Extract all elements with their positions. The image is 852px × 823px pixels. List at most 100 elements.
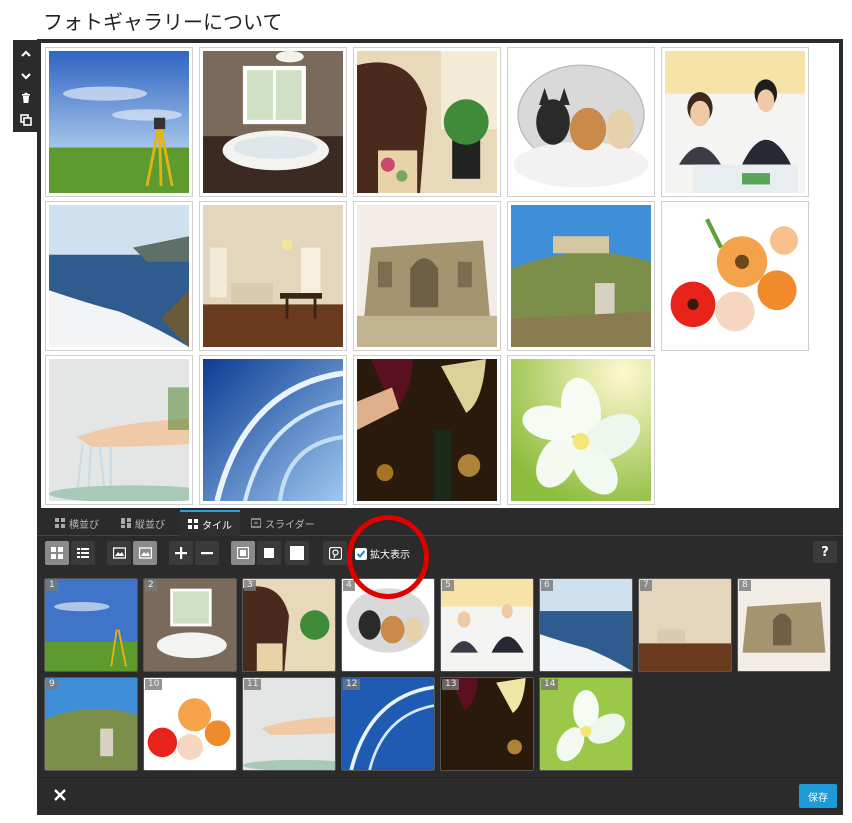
- gallery-image-2[interactable]: [199, 47, 347, 197]
- remove-column-button[interactable]: [195, 541, 219, 565]
- blue-glass-image: [203, 359, 343, 501]
- grid-thumb-14[interactable]: 14: [539, 677, 633, 771]
- gallery-image-8[interactable]: [353, 201, 501, 351]
- armchair-plant-image: [243, 579, 335, 671]
- check-icon: [356, 549, 366, 558]
- zoom-label: 拡大表示: [370, 550, 410, 561]
- grid-thumb-7[interactable]: 7: [638, 578, 732, 672]
- chevron-up-icon: [21, 50, 31, 57]
- tab-tile[interactable]: タイル: [180, 510, 240, 536]
- image-number: 3: [244, 580, 256, 591]
- image-caption-mode-button[interactable]: [133, 541, 157, 565]
- grid-icon: [121, 518, 131, 528]
- wine-toast-image: [357, 359, 497, 501]
- tripod-meadow-image: [49, 51, 189, 193]
- image-number: 11: [244, 679, 262, 690]
- image-icon: [112, 547, 126, 559]
- grid-thumb-11[interactable]: 11: [242, 677, 336, 771]
- grid-thumb-1[interactable]: 1: [44, 578, 138, 672]
- tab-label: タイル: [202, 520, 232, 532]
- view-list-button[interactable]: [71, 541, 95, 565]
- block-tools: [13, 40, 39, 132]
- frame-icon: [237, 547, 249, 559]
- slider-icon: [250, 518, 262, 528]
- image-number: 1: [46, 580, 58, 591]
- gallery-image-11[interactable]: [45, 355, 193, 505]
- gallery-image-14[interactable]: [507, 355, 655, 505]
- seashore-image: [540, 579, 632, 671]
- gallery-image-4[interactable]: [507, 47, 655, 197]
- grid-thumb-8[interactable]: 8: [737, 578, 831, 672]
- tab-horizontal[interactable]: 横並び: [47, 510, 107, 536]
- grid-icon: [51, 547, 63, 559]
- gallery-image-10[interactable]: [661, 201, 809, 351]
- grid-thumb-12[interactable]: 12: [341, 677, 435, 771]
- living-room-image: [639, 579, 731, 671]
- grid-icon: [55, 518, 65, 528]
- duplicate-button[interactable]: [15, 109, 37, 131]
- gallery-image-5[interactable]: [661, 47, 809, 197]
- grid-thumb-5[interactable]: 5: [440, 578, 534, 672]
- image-number: 5: [442, 580, 454, 591]
- close-button[interactable]: [51, 786, 69, 804]
- copy-icon: [20, 114, 32, 126]
- view-grid-button[interactable]: [45, 541, 69, 565]
- move-up-button[interactable]: [15, 43, 37, 65]
- square-icon: [264, 548, 274, 558]
- frame-border-button[interactable]: [231, 541, 255, 565]
- save-button[interactable]: 保存: [799, 784, 837, 808]
- image-number: 7: [640, 580, 652, 591]
- gerbera-image: [665, 205, 805, 347]
- gallery-editor: 横並び 縦並び タイル スライダー 拡大表示 ? 1 2 3 4 5 6 7 8…: [37, 39, 843, 815]
- image-number: 14: [541, 679, 559, 690]
- bathtub-room-image: [203, 51, 343, 193]
- minus-icon: [201, 552, 213, 555]
- chevron-down-icon: [21, 73, 31, 80]
- gallery-image-6[interactable]: [45, 201, 193, 351]
- gallery-image-9[interactable]: [507, 201, 655, 351]
- armchair-plant-image: [357, 51, 497, 193]
- tab-vertical[interactable]: 縦並び: [113, 510, 173, 536]
- hilltop-ruins-image: [45, 678, 137, 770]
- editor-footer: 保存: [37, 777, 843, 815]
- plumeria-image: [511, 359, 651, 501]
- close-icon: [54, 789, 66, 801]
- image-mode-button[interactable]: [107, 541, 131, 565]
- image-sort-grid: 1 2 3 4 5 6 7 8 9 10 11 12 13 14: [37, 572, 843, 776]
- tab-slider[interactable]: スライダー: [243, 510, 323, 536]
- frame-none-button[interactable]: [285, 541, 309, 565]
- add-column-button[interactable]: [169, 541, 193, 565]
- gallery-image-13[interactable]: [353, 355, 501, 505]
- gallery-toolbar: 拡大表示 ?: [37, 537, 843, 569]
- delete-button[interactable]: [15, 87, 37, 109]
- grid-thumb-13[interactable]: 13: [440, 677, 534, 771]
- business-meeting-image: [441, 579, 533, 671]
- square-icon: [290, 546, 304, 560]
- list-icon: [77, 548, 89, 558]
- checkbox-box[interactable]: [355, 547, 367, 560]
- grid-thumb-3[interactable]: 3: [242, 578, 336, 672]
- gallery-preview: [41, 43, 839, 508]
- grid-thumb-9[interactable]: 9: [44, 677, 138, 771]
- gallery-image-3[interactable]: [353, 47, 501, 197]
- grid-thumb-10[interactable]: 10: [143, 677, 237, 771]
- ruins-image: [738, 579, 830, 671]
- image-number: 6: [541, 580, 553, 591]
- hilltop-ruins-image: [511, 205, 651, 347]
- move-down-button[interactable]: [15, 65, 37, 87]
- trash-icon: [22, 92, 30, 103]
- image-number: 4: [343, 580, 355, 591]
- pinterest-button[interactable]: [323, 541, 347, 565]
- gallery-image-1[interactable]: [45, 47, 193, 197]
- business-meeting-image: [665, 51, 805, 193]
- grid-thumb-2[interactable]: 2: [143, 578, 237, 672]
- grid-thumb-4[interactable]: 4: [341, 578, 435, 672]
- grid-thumb-6[interactable]: 6: [539, 578, 633, 672]
- gallery-image-12[interactable]: [199, 355, 347, 505]
- help-button[interactable]: ?: [813, 541, 837, 563]
- water-hands-image: [49, 359, 189, 501]
- zoom-checkbox[interactable]: 拡大表示: [355, 546, 410, 561]
- frame-white-button[interactable]: [257, 541, 281, 565]
- gallery-image-7[interactable]: [199, 201, 347, 351]
- wine-toast-image: [441, 678, 533, 770]
